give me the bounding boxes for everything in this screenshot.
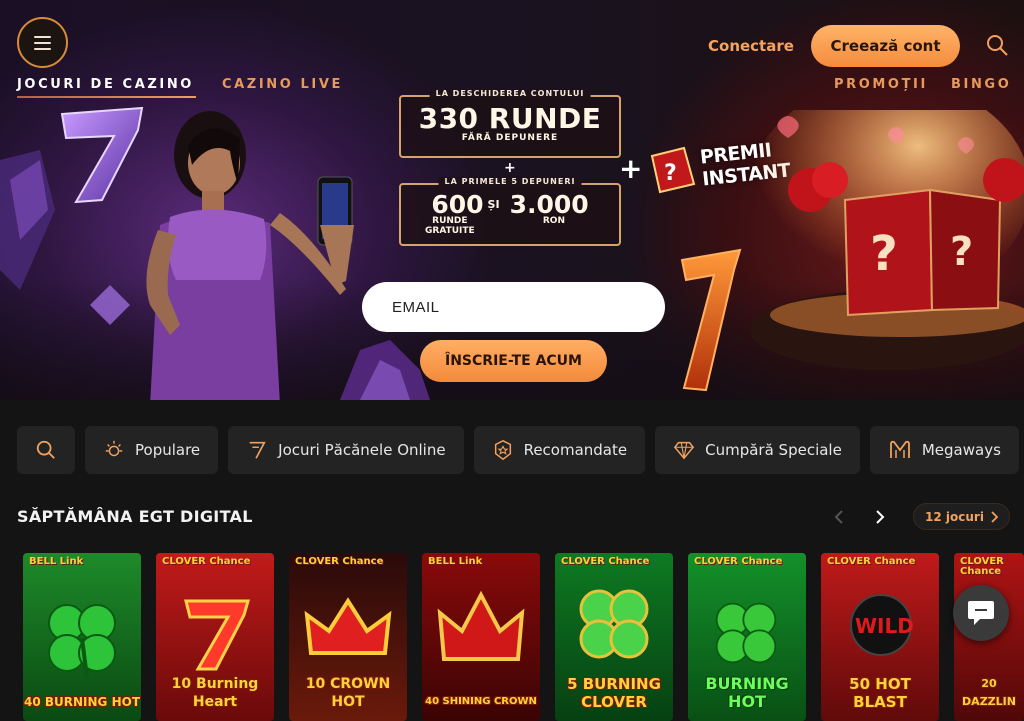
game-tile[interactable]: BELL Link 40 SHINING CROWN: [422, 553, 540, 721]
offer-free-label: GRATUITE: [425, 226, 475, 236]
carousel-next-button[interactable]: [864, 502, 896, 532]
games-carousel: BELL Link 40 BURNING HOT CLOVER Chance 1…: [23, 553, 1024, 721]
game-title: 10 Burning Heart: [171, 676, 259, 710]
game-tile[interactable]: BELL Link 40 BURNING HOT: [23, 553, 141, 721]
game-badge: CLOVER Chance: [694, 556, 783, 567]
megaways-icon: [889, 440, 910, 458]
chevron-right-icon: [876, 510, 885, 524]
games-count-label: 12 jocuri: [925, 509, 984, 524]
live-chat-button[interactable]: [953, 585, 1009, 641]
game-badge: CLOVER Chance: [960, 556, 1004, 577]
games-count-link[interactable]: 12 jocuri: [913, 503, 1010, 530]
hamburger-icon: [34, 41, 51, 44]
category-bar: Populare Jocuri Păcănele Online Recomand…: [17, 426, 1019, 474]
diamond-icon: [674, 441, 695, 460]
game-badge: CLOVER Chance: [295, 556, 384, 567]
svg-text:?: ?: [870, 226, 898, 282]
search-icon[interactable]: [985, 33, 1009, 57]
game-title: 10 CROWN HOT: [305, 676, 391, 710]
hero-model-illustration: [146, 111, 354, 400]
offer-rounds-label: RUNDE: [432, 216, 468, 226]
game-title: 50 HOT BLAST: [849, 675, 911, 711]
category-buy-features[interactable]: Cumpără Speciale: [655, 426, 860, 474]
carousel-prev-button[interactable]: [823, 502, 855, 532]
offer-currency-label: RON: [542, 216, 565, 226]
category-popular[interactable]: Populare: [85, 426, 219, 474]
chat-bubble-icon: [968, 601, 994, 625]
login-link[interactable]: Conectare: [708, 37, 794, 55]
crystal-decoration: [0, 150, 55, 290]
clover-icon: [579, 589, 649, 659]
offer-caption: LA DESCHIDEREA CONTULUI: [429, 89, 591, 98]
offer-plus: +: [504, 160, 516, 176]
game-tile[interactable]: WILD CLOVER Chance 50 HOT BLAST: [821, 553, 939, 721]
game-badge: CLOVER Chance: [827, 556, 916, 567]
seven-icon: [249, 441, 266, 459]
hamburger-icon: [34, 35, 51, 38]
category-label: Recomandate: [523, 441, 628, 459]
category-megaways[interactable]: Megaways: [869, 426, 1019, 474]
bomb-icon: WILD: [850, 594, 914, 656]
game-tile[interactable]: CLOVER Chance 5 BURNING CLOVER: [555, 553, 673, 721]
offer-box-signup: LA DESCHIDEREA CONTULUI 330 RUNDE FĂRĂ D…: [399, 89, 621, 158]
chevron-left-icon: [834, 510, 843, 524]
game-title: 40 BURNING HOT: [23, 695, 140, 709]
game-badge: BELL Link: [428, 556, 483, 567]
offer-ron-amount: 3.000: [509, 190, 589, 219]
category-label: Cumpără Speciale: [705, 441, 842, 459]
search-icon: [36, 440, 55, 459]
game-title: BURNING HOT: [705, 674, 789, 711]
sun-icon: [105, 440, 123, 457]
offer-free-spins-number: 600: [431, 190, 484, 219]
game-title: 20 DAZZLIN: [962, 677, 1016, 708]
game-badge: CLOVER Chance: [561, 556, 650, 567]
offer-caption: LA PRIMELE 5 DEPUNERI: [438, 177, 582, 186]
crown-icon: [437, 590, 525, 661]
clover-icon: [715, 602, 777, 664]
menu-button[interactable]: [17, 17, 68, 68]
category-label: Jocuri Păcănele Online: [278, 441, 446, 459]
category-slots[interactable]: Jocuri Păcănele Online: [228, 426, 464, 474]
offer-box-deposits: LA PRIMELE 5 DEPUNERI 600 ȘI 3.000 RUNDE…: [399, 177, 621, 246]
nav-live-casino[interactable]: CAZINO LIVE: [222, 77, 343, 92]
seven-icon: [184, 599, 250, 671]
chevron-right-icon: [991, 510, 998, 523]
category-label: Megaways: [921, 441, 1001, 459]
game-badge: BELL Link: [29, 556, 84, 567]
svg-text:WILD: WILD: [855, 614, 914, 638]
nav-bingo[interactable]: BINGO: [951, 77, 1011, 92]
game-title: 40 SHINING CROWN: [425, 696, 537, 707]
hero-banner: JOCURI DE CAZINO CAZINO LIVE PROMOȚII BI…: [0, 0, 1024, 400]
offer-and: ȘI: [487, 198, 500, 211]
game-tile[interactable]: CLOVER Chance BURNING HOT: [688, 553, 806, 721]
game-title: 5 BURNING CLOVER: [567, 675, 661, 711]
crystal-decoration: [90, 285, 130, 325]
category-recommended[interactable]: Recomandate: [473, 426, 646, 474]
clover-icon: [48, 604, 116, 679]
star-badge-icon: [494, 440, 511, 461]
create-account-button[interactable]: Creează cont: [811, 25, 960, 67]
mystery-gift-illustration: ? ?: [680, 110, 1024, 392]
crown-icon: [304, 597, 392, 655]
category-label: Populare: [135, 441, 201, 459]
hamburger-icon: [34, 47, 51, 50]
game-tile[interactable]: CLOVER Chance 10 CROWN HOT: [289, 553, 407, 721]
email-input[interactable]: [362, 282, 665, 332]
section-title: SĂPTĂMÂNA EGT DIGITAL: [17, 507, 253, 526]
nav-promotions[interactable]: PROMOȚII: [834, 77, 928, 92]
join-now-button[interactable]: ÎNSCRIE-TE ACUM: [420, 340, 607, 382]
nav-active-underline: [17, 96, 196, 98]
category-search-button[interactable]: [17, 426, 75, 474]
game-tile[interactable]: CLOVER Chance 10 Burning Heart: [156, 553, 274, 721]
nav-casino-games[interactable]: JOCURI DE CAZINO: [17, 77, 194, 92]
game-badge: CLOVER Chance: [162, 556, 251, 567]
svg-text:?: ?: [950, 229, 973, 275]
bonus-plus: +: [619, 152, 643, 185]
offer-spins-amount: 330 RUNDE: [418, 102, 602, 135]
